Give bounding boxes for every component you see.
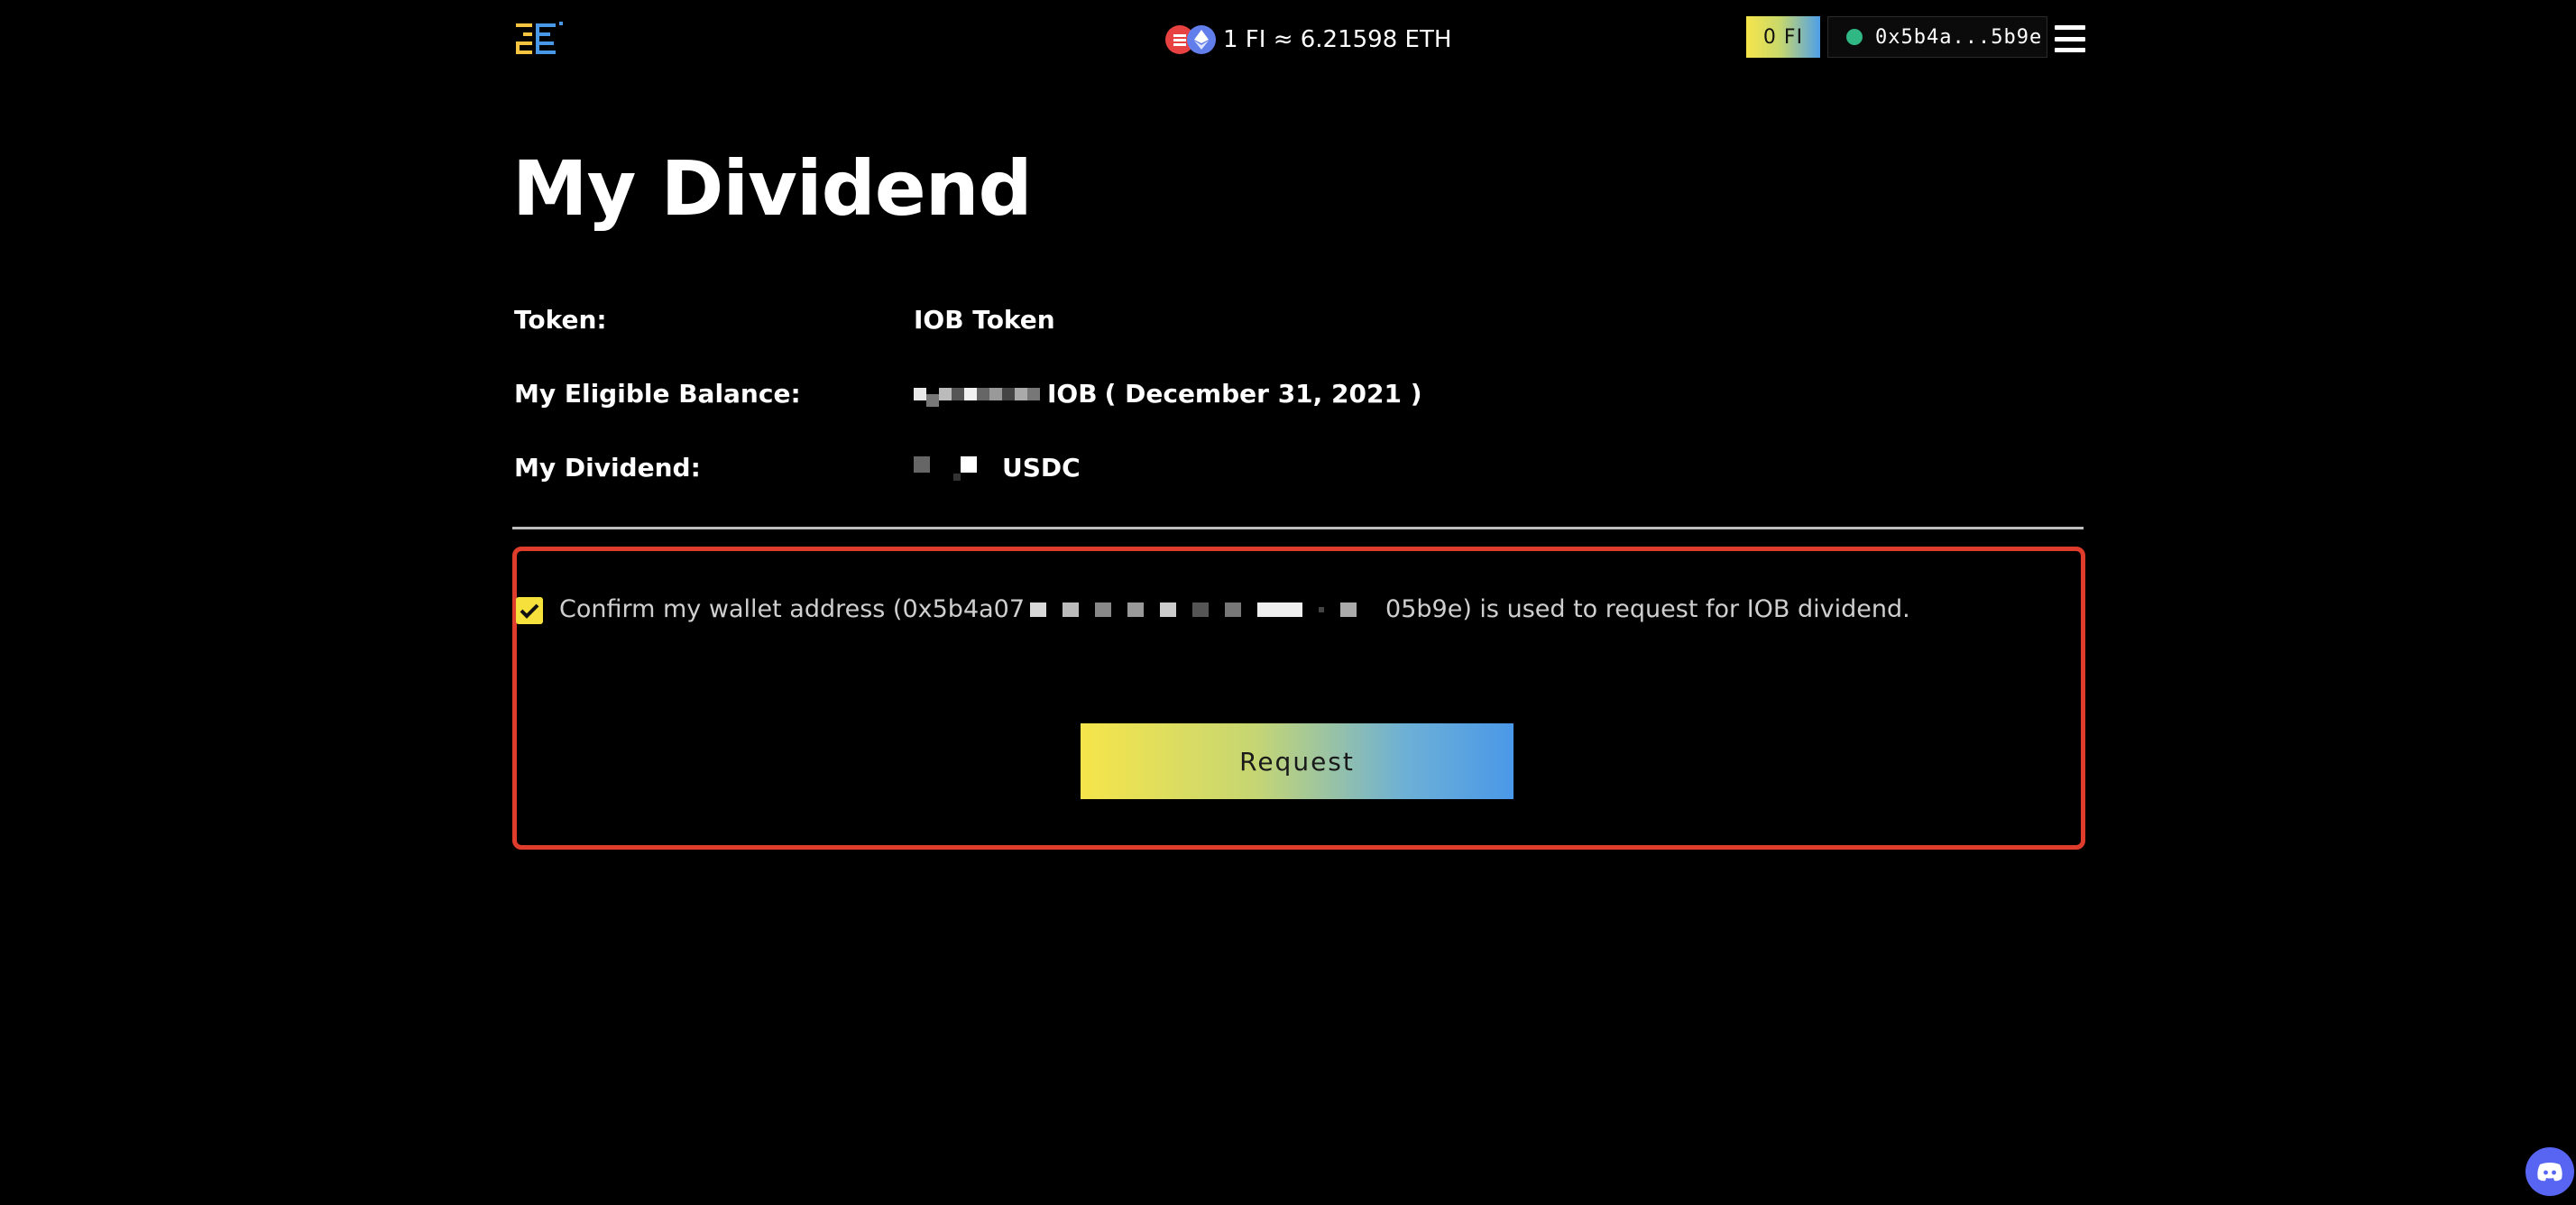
page-title: My Dividend: [512, 144, 1033, 233]
connected-status-dot: [1846, 29, 1863, 45]
hamburger-menu-icon[interactable]: [2055, 25, 2085, 52]
confirm-checkbox[interactable]: [516, 597, 543, 624]
dividend-value: USDC: [914, 453, 1081, 483]
confirm-panel: [512, 547, 2085, 850]
wallet-button[interactable]: 0x5b4a...5b9e: [1827, 16, 2047, 58]
fi-balance-badge[interactable]: 0 FI: [1746, 16, 1820, 58]
token-label: Token:: [514, 305, 607, 335]
section-divider: [512, 527, 2084, 529]
checkmark-icon: [520, 603, 539, 619]
confirm-text: Confirm my wallet address (0x5b4a07 05b9…: [559, 595, 1910, 623]
logo-icon: [516, 22, 563, 54]
confirm-text-prefix: Confirm my wallet address (0x5b4a07: [559, 595, 1026, 623]
dividend-label: My Dividend:: [514, 453, 701, 483]
redacted-balance: [914, 382, 1040, 407]
wallet-address-short: 0x5b4a...5b9e: [1875, 25, 2043, 49]
coin-pair-icon: [1165, 25, 1216, 54]
discord-icon[interactable]: [2525, 1147, 2574, 1196]
eth-coin-icon: [1187, 25, 1216, 54]
price-text: 1 FI ≈ 6.21598 ETH: [1223, 26, 1452, 53]
redacted-wallet-address: [1025, 597, 1385, 622]
balance-unit: IOB: [1047, 379, 1098, 409]
balance-date: ( December 31, 2021 ): [1104, 379, 1422, 409]
eligible-balance-value: IOB ( December 31, 2021 ): [914, 379, 1422, 409]
eligible-balance-label: My Eligible Balance:: [514, 379, 801, 409]
token-value: IOB Token: [914, 305, 1055, 335]
price-ticker: 1 FI ≈ 6.21598 ETH: [1165, 22, 1451, 58]
request-button[interactable]: Request: [1081, 723, 1513, 799]
dividend-page: 1 FI ≈ 6.21598 ETH 0 FI 0x5b4a...5b9e My…: [0, 0, 2576, 1205]
dividend-unit: USDC: [1002, 453, 1081, 483]
app-logo[interactable]: [514, 20, 565, 63]
redacted-dividend: [914, 455, 995, 481]
confirm-text-suffix: 05b9e) is used to request for IOB divide…: [1385, 595, 1910, 623]
